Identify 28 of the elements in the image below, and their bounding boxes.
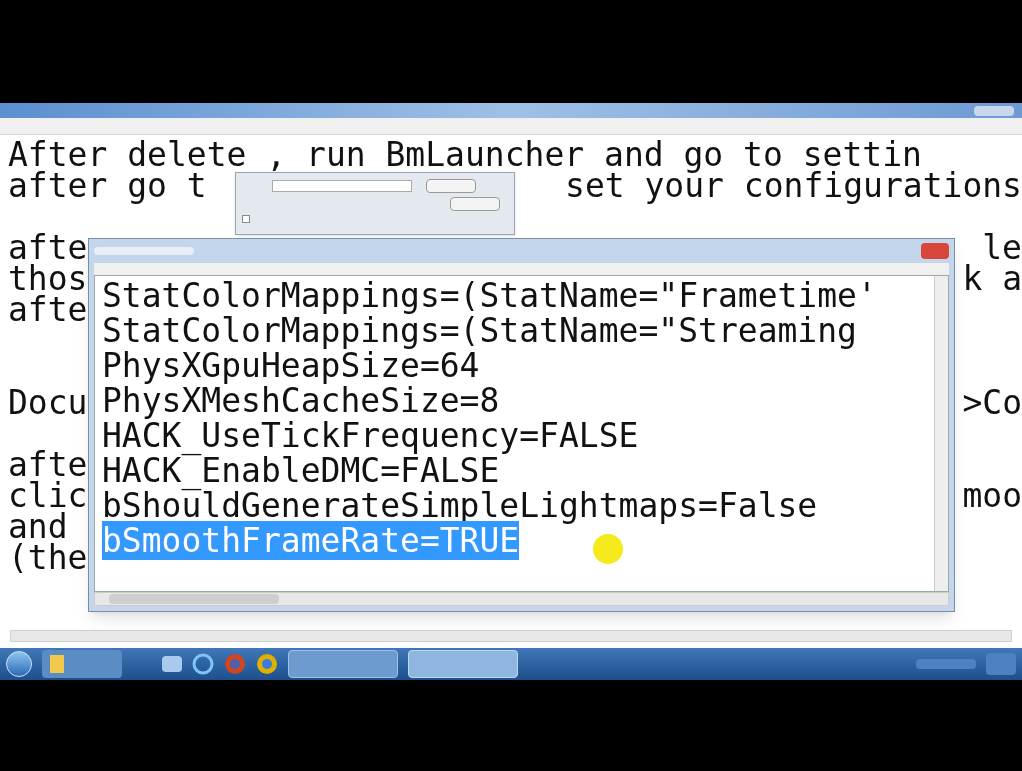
start-orb-icon[interactable] bbox=[6, 651, 32, 677]
text-line: >Co bbox=[962, 387, 1022, 418]
text-line: clic bbox=[8, 480, 88, 511]
text-line: thos bbox=[8, 263, 88, 294]
text-line: moo bbox=[962, 480, 1022, 511]
taskbar-window-button[interactable] bbox=[288, 650, 398, 678]
text-line: k a bbox=[962, 263, 1022, 294]
dialog-button[interactable] bbox=[450, 197, 500, 211]
text-line: and bbox=[8, 511, 68, 542]
switch-windows-icon[interactable] bbox=[162, 656, 182, 672]
text-line: (the bbox=[8, 542, 88, 573]
scrollbar-thumb[interactable] bbox=[109, 594, 279, 604]
text-line: afte bbox=[8, 294, 88, 325]
folder-taskbar-button[interactable] bbox=[42, 650, 122, 678]
checkbox[interactable] bbox=[242, 215, 250, 223]
find-input-field[interactable] bbox=[272, 180, 412, 192]
text-line: StatColorMappings=(StatName="Frametime' bbox=[102, 276, 877, 315]
browser-icon[interactable] bbox=[256, 653, 278, 675]
text-line: le bbox=[982, 232, 1022, 263]
folder-icon bbox=[50, 655, 64, 673]
browser-icon[interactable] bbox=[224, 653, 246, 675]
browser-icon[interactable] bbox=[192, 653, 214, 675]
text-line: afte bbox=[8, 449, 88, 480]
close-button[interactable] bbox=[921, 243, 949, 259]
taskbar-window-button[interactable] bbox=[408, 650, 518, 678]
text-line: afte bbox=[8, 232, 88, 263]
text-line: Docu bbox=[8, 387, 88, 418]
dialog-button[interactable] bbox=[426, 179, 476, 193]
